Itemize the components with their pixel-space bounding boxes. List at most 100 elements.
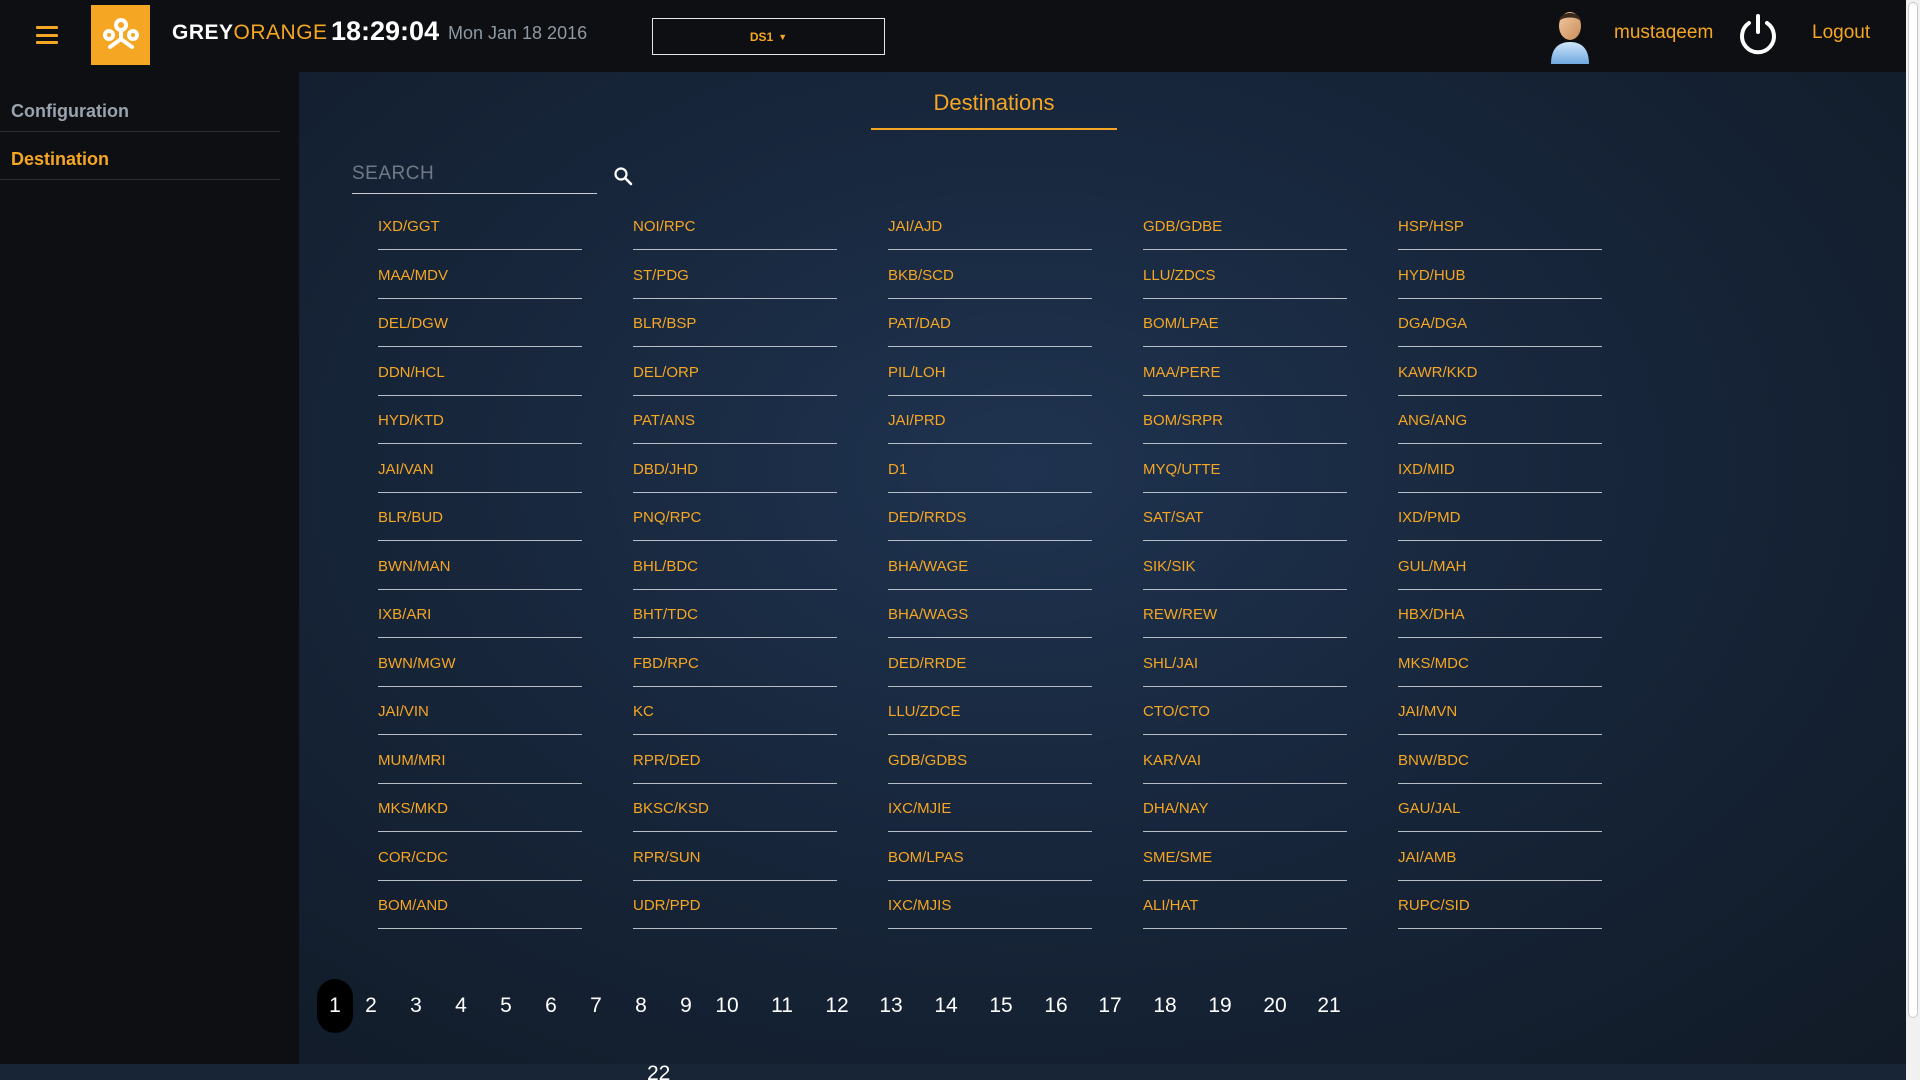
scrollbar-thumb[interactable]: [1908, 2, 1918, 1018]
page-3[interactable]: 3: [404, 979, 428, 1033]
destination-item[interactable]: BLR/BSP: [633, 306, 837, 347]
destination-item[interactable]: PAT/DAD: [888, 306, 1092, 347]
destination-item[interactable]: RPR/DED: [633, 743, 837, 784]
page-6[interactable]: 6: [539, 979, 563, 1033]
page-12[interactable]: 12: [825, 979, 849, 1033]
destination-item[interactable]: IXC/MJIE: [888, 791, 1092, 832]
destination-item[interactable]: JAI/AMB: [1398, 840, 1602, 881]
destination-item[interactable]: BLR/BUD: [378, 500, 582, 541]
destination-item[interactable]: MUM/MRI: [378, 743, 582, 784]
destination-item[interactable]: JAI/MVN: [1398, 694, 1602, 735]
destination-item[interactable]: GUL/MAH: [1398, 549, 1602, 590]
destination-item[interactable]: ALI/HAT: [1143, 888, 1347, 929]
destination-item[interactable]: BHT/TDC: [633, 597, 837, 638]
destination-item[interactable]: BHL/BDC: [633, 549, 837, 590]
destination-item[interactable]: DED/RRDS: [888, 500, 1092, 541]
page-10[interactable]: 10: [715, 979, 739, 1033]
destination-item[interactable]: JAI/VIN: [378, 694, 582, 735]
destination-item[interactable]: DEL/DGW: [378, 306, 582, 347]
destination-item[interactable]: DDN/HCL: [378, 355, 582, 396]
destination-item[interactable]: GAU/JAL: [1398, 791, 1602, 832]
page-16[interactable]: 16: [1044, 979, 1068, 1033]
page-18[interactable]: 18: [1153, 979, 1177, 1033]
page-19[interactable]: 19: [1208, 979, 1232, 1033]
destination-item[interactable]: GDB/GDBS: [888, 743, 1092, 784]
page-1[interactable]: 1: [317, 979, 353, 1033]
destination-item[interactable]: BWN/MGW: [378, 646, 582, 687]
destination-item[interactable]: COR/CDC: [378, 840, 582, 881]
page-9[interactable]: 9: [674, 979, 698, 1033]
page-2[interactable]: 2: [359, 979, 383, 1033]
destination-item[interactable]: SAT/SAT: [1143, 500, 1347, 541]
destination-item[interactable]: IXD/MID: [1398, 452, 1602, 493]
user-avatar-icon[interactable]: [1547, 6, 1593, 64]
destination-item[interactable]: HYD/KTD: [378, 403, 582, 444]
destination-item[interactable]: LLU/ZDCE: [888, 694, 1092, 735]
destination-item[interactable]: LLU/ZDCS: [1143, 258, 1347, 299]
destination-item[interactable]: HBX/DHA: [1398, 597, 1602, 638]
ds-dropdown[interactable]: DS1 ▼: [652, 18, 885, 55]
destination-item[interactable]: DHA/NAY: [1143, 791, 1347, 832]
destination-item[interactable]: DGA/DGA: [1398, 306, 1602, 347]
sidebar-item-configuration[interactable]: Configuration: [0, 84, 280, 132]
search-input[interactable]: [352, 154, 597, 194]
destination-item[interactable]: SME/SME: [1143, 840, 1347, 881]
destination-item[interactable]: KAWR/KKD: [1398, 355, 1602, 396]
page-21[interactable]: 21: [1317, 979, 1341, 1033]
page-4[interactable]: 4: [449, 979, 473, 1033]
destination-item[interactable]: CTO/CTO: [1143, 694, 1347, 735]
destination-item[interactable]: MAA/PERE: [1143, 355, 1347, 396]
sidebar-item-destination[interactable]: Destination: [0, 132, 280, 180]
page-13[interactable]: 13: [879, 979, 903, 1033]
destination-item[interactable]: HYD/HUB: [1398, 258, 1602, 299]
destination-item[interactable]: IXC/MJIS: [888, 888, 1092, 929]
destination-item[interactable]: BWN/MAN: [378, 549, 582, 590]
destination-item[interactable]: DBD/JHD: [633, 452, 837, 493]
destination-item[interactable]: ST/PDG: [633, 258, 837, 299]
destination-item[interactable]: DED/RRDE: [888, 646, 1092, 687]
destination-item[interactable]: KAR/VAI: [1143, 743, 1347, 784]
destination-item[interactable]: MKS/MDC: [1398, 646, 1602, 687]
destination-item[interactable]: BKB/SCD: [888, 258, 1092, 299]
destination-item[interactable]: BNW/BDC: [1398, 743, 1602, 784]
destination-item[interactable]: D1: [888, 452, 1092, 493]
destination-item[interactable]: JAI/AJD: [888, 209, 1092, 250]
destination-item[interactable]: BOM/LPAS: [888, 840, 1092, 881]
destination-item[interactable]: DEL/ORP: [633, 355, 837, 396]
destination-item[interactable]: IXB/ARI: [378, 597, 582, 638]
destination-item[interactable]: UDR/PPD: [633, 888, 837, 929]
destination-item[interactable]: REW/REW: [1143, 597, 1347, 638]
destination-item[interactable]: BHA/WAGE: [888, 549, 1092, 590]
power-icon[interactable]: [1735, 12, 1781, 58]
page-5[interactable]: 5: [494, 979, 518, 1033]
destination-item[interactable]: BOM/AND: [378, 888, 582, 929]
page-8[interactable]: 8: [629, 979, 653, 1033]
username[interactable]: mustaqeem: [1614, 22, 1713, 44]
destination-item[interactable]: PAT/ANS: [633, 403, 837, 444]
destination-item[interactable]: ANG/ANG: [1398, 403, 1602, 444]
destination-item[interactable]: MAA/MDV: [378, 258, 582, 299]
destination-item[interactable]: FBD/RPC: [633, 646, 837, 687]
destination-item[interactable]: BKSC/KSD: [633, 791, 837, 832]
destination-item[interactable]: IXD/PMD: [1398, 500, 1602, 541]
destination-item[interactable]: HSP/HSP: [1398, 209, 1602, 250]
page-14[interactable]: 14: [934, 979, 958, 1033]
page-11[interactable]: 11: [770, 979, 794, 1033]
destination-item[interactable]: KC: [633, 694, 837, 735]
page-20[interactable]: 20: [1263, 979, 1287, 1033]
destination-item[interactable]: GDB/GDBE: [1143, 209, 1347, 250]
destination-item[interactable]: MKS/MKD: [378, 791, 582, 832]
hamburger-menu-icon[interactable]: [36, 26, 58, 44]
destination-item[interactable]: JAI/VAN: [378, 452, 582, 493]
destination-item[interactable]: SIK/SIK: [1143, 549, 1347, 590]
scrollbar[interactable]: [1906, 0, 1920, 1080]
destination-item[interactable]: RUPC/SID: [1398, 888, 1602, 929]
destination-item[interactable]: PIL/LOH: [888, 355, 1092, 396]
page-15[interactable]: 15: [989, 979, 1013, 1033]
destination-item[interactable]: RPR/SUN: [633, 840, 837, 881]
destination-item[interactable]: IXD/GGT: [378, 209, 582, 250]
page-22[interactable]: 22: [647, 1062, 670, 1080]
destination-item[interactable]: NOI/RPC: [633, 209, 837, 250]
search-icon[interactable]: [613, 166, 633, 186]
page-17[interactable]: 17: [1098, 979, 1122, 1033]
